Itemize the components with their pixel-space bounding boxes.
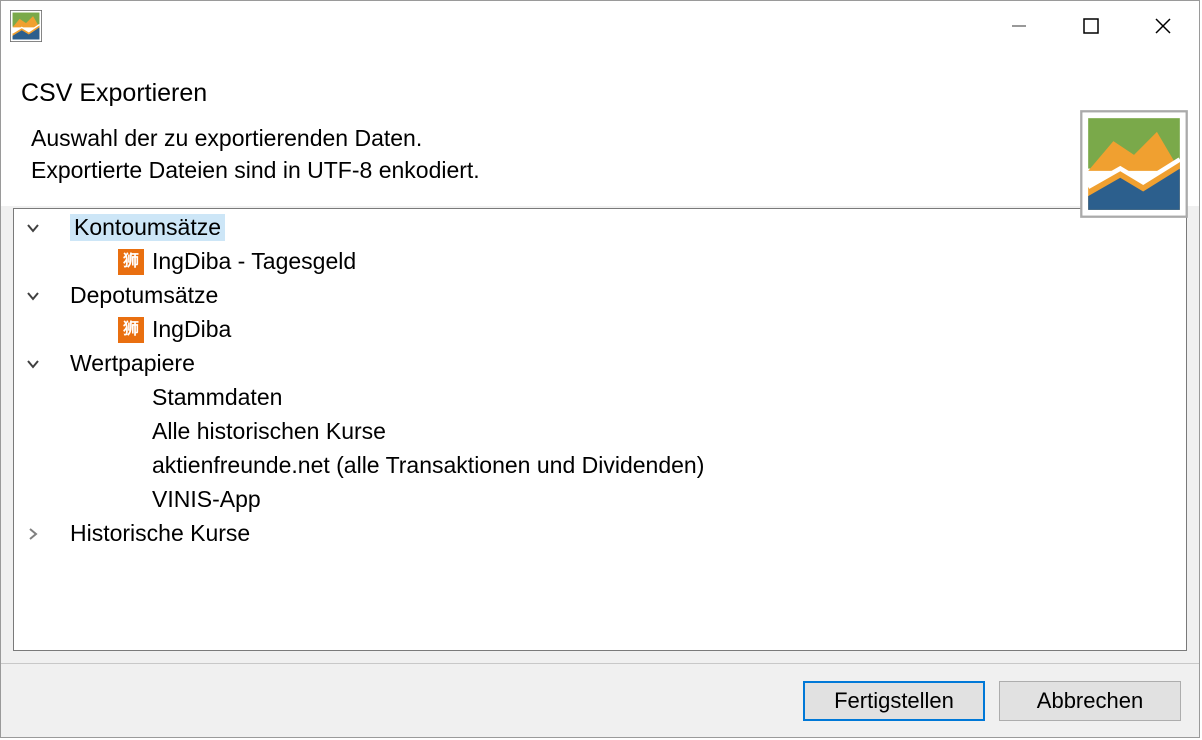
dialog-header: CSV Exportieren Auswahl der zu exportier… bbox=[1, 51, 1199, 206]
tree-row[interactable]: VINIS-App bbox=[14, 483, 1186, 517]
tree-row[interactable]: Stammdaten bbox=[14, 381, 1186, 415]
titlebar bbox=[1, 1, 1199, 51]
bank-ing-icon: 狮 bbox=[118, 317, 144, 343]
dialog-subtitle-2: Exportierte Dateien sind in UTF-8 enkodi… bbox=[31, 156, 1179, 186]
tree-row[interactable]: 狮 IngDiba - Tagesgeld bbox=[14, 245, 1186, 279]
tree-row-label: Historische Kurse bbox=[70, 520, 250, 547]
tree-row[interactable]: aktienfreunde.net (alle Transaktionen un… bbox=[14, 449, 1186, 483]
chevron-down-icon[interactable] bbox=[22, 217, 44, 239]
tree-row[interactable]: Kontoumsätze bbox=[14, 211, 1186, 245]
header-app-icon bbox=[1079, 109, 1189, 219]
dialog-content: Kontoumsätze 狮 IngDiba - Tagesgeld Depotums… bbox=[1, 206, 1199, 663]
dialog-window: CSV Exportieren Auswahl der zu exportier… bbox=[0, 0, 1200, 738]
tree-row-label: IngDiba - Tagesgeld bbox=[152, 248, 356, 275]
tree-row[interactable]: 狮 IngDiba bbox=[14, 313, 1186, 347]
maximize-button[interactable] bbox=[1055, 1, 1127, 51]
export-tree[interactable]: Kontoumsätze 狮 IngDiba - Tagesgeld Depotums… bbox=[13, 208, 1187, 651]
tree-row[interactable]: Depotumsätze bbox=[14, 279, 1186, 313]
button-bar: Fertigstellen Abbrechen bbox=[1, 663, 1199, 737]
chevron-down-icon[interactable] bbox=[22, 285, 44, 307]
finish-button[interactable]: Fertigstellen bbox=[803, 681, 985, 721]
tree-row-label: Kontoumsätze bbox=[70, 214, 225, 241]
dialog-title: CSV Exportieren bbox=[21, 79, 1179, 108]
dialog-subtitle-1: Auswahl der zu exportierenden Daten. bbox=[31, 124, 1179, 154]
chevron-right-icon[interactable] bbox=[22, 523, 44, 545]
minimize-button[interactable] bbox=[983, 1, 1055, 51]
tree-row[interactable]: Alle historischen Kurse bbox=[14, 415, 1186, 449]
tree-row-label: VINIS-App bbox=[152, 486, 261, 513]
chevron-down-icon[interactable] bbox=[22, 353, 44, 375]
tree-row[interactable]: Wertpapiere bbox=[14, 347, 1186, 381]
app-icon bbox=[9, 9, 43, 43]
tree-row-label: IngDiba bbox=[152, 316, 231, 343]
tree-row-label: Depotumsätze bbox=[70, 282, 218, 309]
close-button[interactable] bbox=[1127, 1, 1199, 51]
tree-row-label: Stammdaten bbox=[152, 384, 282, 411]
tree-row[interactable]: Historische Kurse bbox=[14, 517, 1186, 551]
tree-row-label: Wertpapiere bbox=[70, 350, 195, 377]
bank-ing-icon: 狮 bbox=[118, 249, 144, 275]
cancel-button[interactable]: Abbrechen bbox=[999, 681, 1181, 721]
tree-row-label: aktienfreunde.net (alle Transaktionen un… bbox=[152, 452, 704, 479]
tree-row-label: Alle historischen Kurse bbox=[152, 418, 386, 445]
